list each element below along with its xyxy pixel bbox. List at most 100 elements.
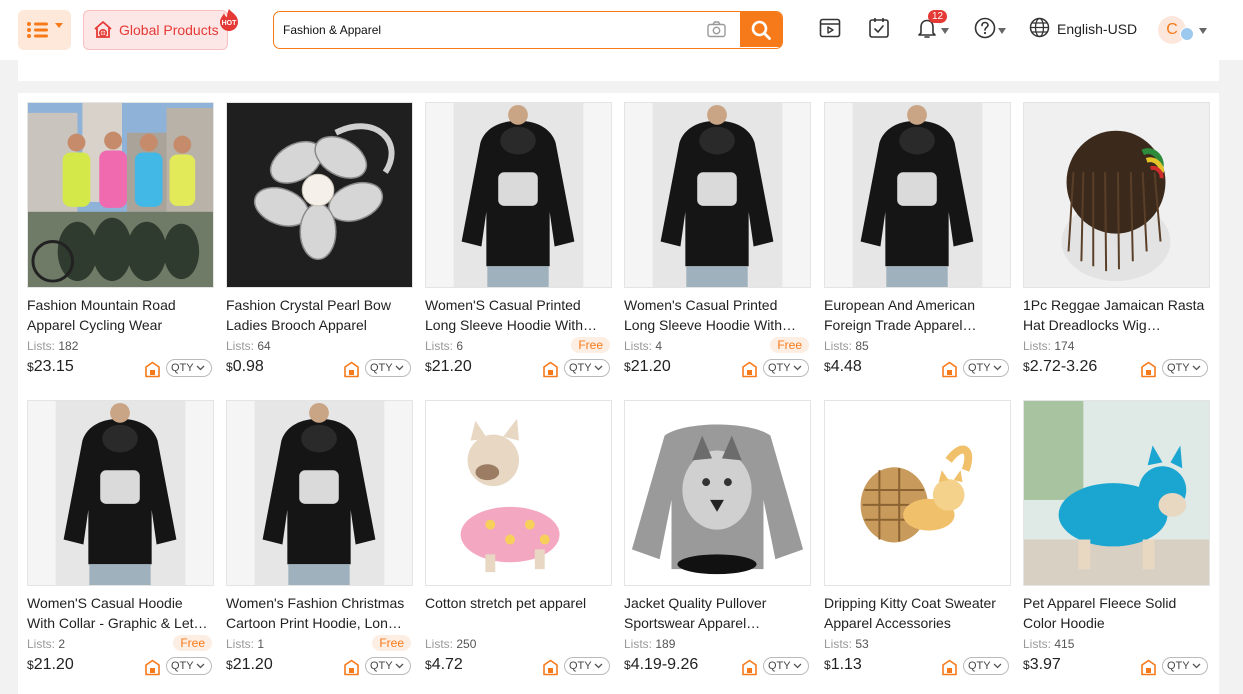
shop-guarantee-icon[interactable] xyxy=(1140,659,1157,676)
shop-guarantee-icon[interactable] xyxy=(542,659,559,676)
qty-dropdown[interactable]: QTY xyxy=(763,657,809,675)
video-icon[interactable] xyxy=(819,17,841,39)
caret-down-icon[interactable] xyxy=(941,28,949,34)
product-image[interactable] xyxy=(624,102,811,288)
category-menu-button[interactable] xyxy=(18,10,71,50)
chevron-down-icon xyxy=(793,365,802,371)
product-title[interactable]: European And American Foreign Trade Appa… xyxy=(824,295,1011,335)
lists-value: 174 xyxy=(1054,339,1075,353)
product-image[interactable] xyxy=(27,400,214,586)
shop-guarantee-icon[interactable] xyxy=(941,659,958,676)
shop-guarantee-icon[interactable] xyxy=(144,361,161,378)
product-image[interactable] xyxy=(27,102,214,288)
shop-guarantee-icon[interactable] xyxy=(343,361,360,378)
globe-icon[interactable] xyxy=(1029,17,1050,38)
qty-dropdown[interactable]: QTY xyxy=(564,657,610,675)
qty-dropdown[interactable]: QTY xyxy=(963,657,1009,675)
product-image[interactable] xyxy=(1023,400,1210,586)
qty-dropdown[interactable]: QTY xyxy=(963,359,1009,377)
hot-badge: HOT xyxy=(217,8,241,32)
search-icon xyxy=(751,20,771,40)
search-bar xyxy=(273,11,783,49)
shop-guarantee-icon[interactable] xyxy=(343,659,360,676)
qty-label: QTY xyxy=(768,660,791,672)
product-lists-count: Lists: 174 xyxy=(1023,339,1074,353)
product-title[interactable]: Cotton stretch pet apparel xyxy=(425,593,612,633)
shop-guarantee-icon[interactable] xyxy=(741,659,758,676)
product-title[interactable]: Women's Fashion Christmas Cartoon Print … xyxy=(226,593,413,633)
chevron-down-icon xyxy=(993,663,1002,669)
product-price: $21.20 xyxy=(27,656,74,674)
qty-dropdown[interactable]: QTY xyxy=(365,359,411,377)
currency-symbol: $ xyxy=(27,658,34,672)
price-value: 23.15 xyxy=(33,358,74,375)
free-shipping-badge: Free xyxy=(770,337,809,353)
product-title[interactable]: Fashion Mountain Road Apparel Cycling We… xyxy=(27,295,214,335)
currency-symbol: $ xyxy=(1023,360,1030,374)
search-input[interactable] xyxy=(283,20,703,40)
currency-symbol: $ xyxy=(226,360,233,374)
shop-guarantee-icon[interactable] xyxy=(741,361,758,378)
price-value: 1.13 xyxy=(830,656,862,673)
product-title[interactable]: Jacket Quality Pullover Sportswear Appar… xyxy=(624,593,811,633)
shop-guarantee-icon[interactable] xyxy=(144,659,161,676)
lists-label: Lists: xyxy=(226,637,255,651)
product-image[interactable] xyxy=(824,400,1011,586)
qty-dropdown[interactable]: QTY xyxy=(763,359,809,377)
search-button[interactable] xyxy=(740,12,782,47)
qty-dropdown[interactable]: QTY xyxy=(564,359,610,377)
task-check-icon[interactable] xyxy=(868,17,890,39)
product-image[interactable] xyxy=(425,102,612,288)
product-image[interactable] xyxy=(1023,102,1210,288)
chevron-down-icon xyxy=(594,365,603,371)
product-title[interactable]: Fashion Crystal Pearl Bow Ladies Brooch … xyxy=(226,295,413,335)
avatar-status-badge xyxy=(1180,27,1194,41)
shop-guarantee-icon[interactable] xyxy=(542,361,559,378)
shop-guarantee-icon[interactable] xyxy=(941,361,958,378)
language-currency-selector[interactable]: English-USD xyxy=(1057,21,1137,37)
caret-down-icon[interactable] xyxy=(998,28,1006,34)
product-image[interactable] xyxy=(624,400,811,586)
caret-down-icon[interactable] xyxy=(1199,28,1207,34)
chevron-down-icon xyxy=(196,365,205,371)
qty-label: QTY xyxy=(768,362,791,374)
dog-hoodie-photo xyxy=(1024,401,1209,585)
help-icon[interactable] xyxy=(974,17,996,39)
product-price: $3.97 xyxy=(1023,656,1061,674)
lists-value: 6 xyxy=(456,339,464,353)
lists-label: Lists: xyxy=(226,339,255,353)
global-products-button[interactable]: Global Products xyxy=(83,10,228,50)
product-title[interactable]: 1Pc Reggae Jamaican Rasta Hat Dreadlocks… xyxy=(1023,295,1210,335)
product-image[interactable] xyxy=(226,400,413,586)
price-value: 2.72-3.26 xyxy=(1029,358,1098,375)
qty-dropdown[interactable]: QTY xyxy=(166,657,212,675)
qty-label: QTY xyxy=(569,362,592,374)
lists-value: 415 xyxy=(1054,637,1075,651)
price-value: 21.20 xyxy=(431,358,472,375)
product-title[interactable]: Women's Casual Printed Long Sleeve Hoodi… xyxy=(624,295,811,335)
product-title[interactable]: Dripping Kitty Coat Sweater Apparel Acce… xyxy=(824,593,1011,633)
product-image[interactable] xyxy=(226,102,413,288)
product-price: $4.48 xyxy=(824,358,862,376)
lists-value: 85 xyxy=(855,339,869,353)
qty-dropdown[interactable]: QTY xyxy=(1162,657,1208,675)
product-image[interactable] xyxy=(824,102,1011,288)
qty-dropdown[interactable]: QTY xyxy=(365,657,411,675)
qty-dropdown[interactable]: QTY xyxy=(1162,359,1208,377)
hoodie-photo xyxy=(825,103,1010,287)
qty-label: QTY xyxy=(569,660,592,672)
product-title[interactable]: Pet Apparel Fleece Solid Color Hoodie xyxy=(1023,593,1210,633)
product-title[interactable]: Women'S Casual Hoodie With Collar - Grap… xyxy=(27,593,214,633)
lists-value: 53 xyxy=(855,637,869,651)
camera-icon[interactable] xyxy=(707,21,726,38)
lists-label: Lists: xyxy=(624,339,653,353)
product-price: $21.20 xyxy=(425,358,472,376)
product-title[interactable]: Women'S Casual Printed Long Sleeve Hoodi… xyxy=(425,295,612,335)
shop-guarantee-icon[interactable] xyxy=(1140,361,1157,378)
qty-dropdown[interactable]: QTY xyxy=(166,359,212,377)
product-lists-count: Lists: 189 xyxy=(624,637,675,651)
free-shipping-badge: Free xyxy=(173,635,212,651)
svg-text:HOT: HOT xyxy=(222,20,238,27)
filter-strip xyxy=(18,60,1219,81)
product-image[interactable] xyxy=(425,400,612,586)
